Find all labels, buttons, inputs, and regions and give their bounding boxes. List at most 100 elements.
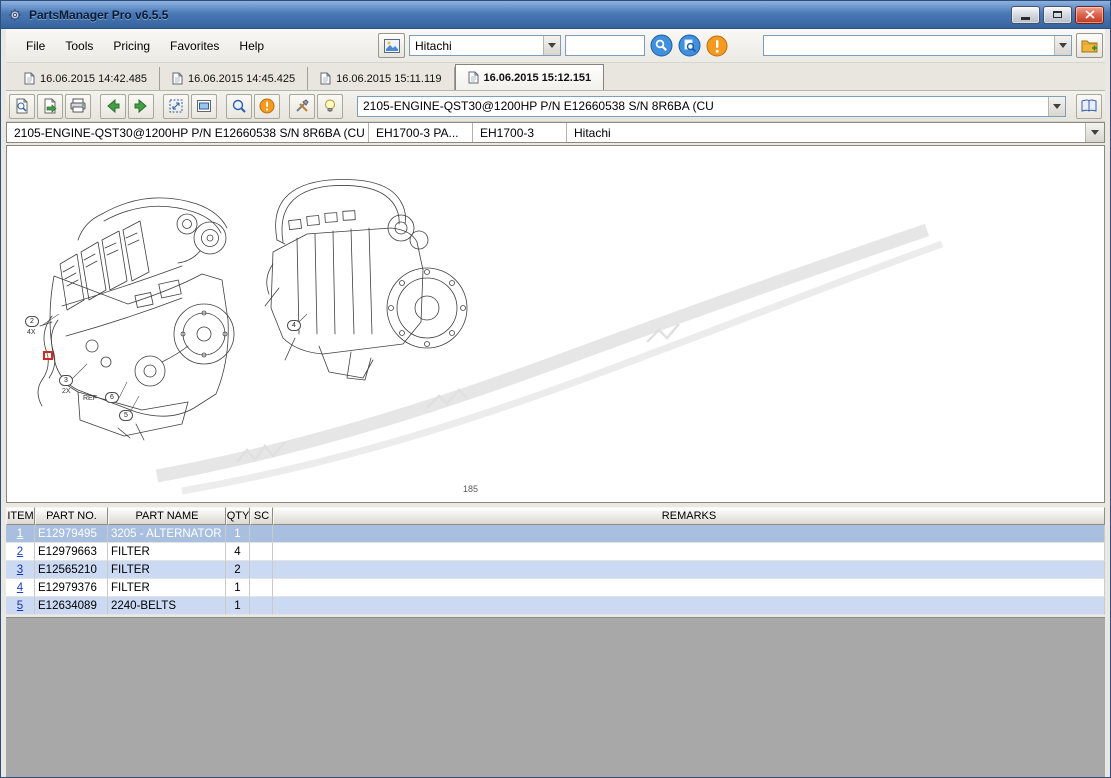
warning-button[interactable]	[705, 34, 729, 58]
maximize-button[interactable]	[1043, 6, 1072, 24]
print-preview-button[interactable]	[9, 94, 35, 119]
header-qty[interactable]: QTY	[226, 507, 250, 525]
session-tabs: 16.06.2015 14:42.485 16.06.2015 14:45.42…	[6, 63, 1105, 91]
fit-page-button[interactable]	[163, 94, 189, 119]
attention-parts-button[interactable]	[254, 94, 280, 119]
breadcrumb-model-variant[interactable]: EH1700-3 PA...	[369, 123, 473, 142]
part-name-cell: FILTER	[108, 561, 226, 579]
arrow-left-icon	[105, 98, 121, 114]
header-sc[interactable]: SC	[250, 507, 273, 525]
lightbulb-icon	[322, 98, 338, 114]
search-input[interactable]	[565, 35, 645, 56]
breadcrumb-model[interactable]: EH1700-3	[473, 123, 567, 142]
manufacturer-combobox[interactable]: Hitachi	[409, 35, 561, 56]
callout-3[interactable]: 3	[59, 375, 73, 386]
table-row-selected[interactable]: 1 E12979495 3205 - ALTERNATOR 1	[6, 525, 1105, 543]
item-link[interactable]: 2	[17, 546, 23, 558]
add-favorite-button[interactable]	[1076, 33, 1103, 58]
sc-cell	[250, 561, 273, 579]
back-button[interactable]	[100, 94, 126, 119]
picture-icon	[384, 39, 400, 53]
hint-button[interactable]	[317, 94, 343, 119]
remarks-cell	[273, 579, 1105, 597]
magnifier-icon	[231, 98, 247, 114]
tab-session-3[interactable]: 16.06.2015 15:11.119	[308, 67, 454, 90]
manufacturer-value: Hitachi	[410, 39, 543, 53]
part-name-cell: FILTER	[108, 543, 226, 561]
expand-icon	[168, 98, 184, 114]
sc-cell	[250, 597, 273, 615]
search-button[interactable]	[649, 34, 673, 58]
item-link[interactable]: 1	[17, 528, 23, 540]
callout-2[interactable]: 2	[25, 316, 39, 327]
chevron-down-icon[interactable]	[1048, 97, 1065, 116]
top-controls: Hitachi	[378, 33, 1103, 58]
drawing-toolbar: 2105-ENGINE-QST30@1200HP P/N E12660538 S…	[6, 91, 1105, 122]
arrow-right-icon	[133, 98, 149, 114]
table-row[interactable]: 5 E12634089 2240-BELTS 1	[6, 597, 1105, 615]
qty-cell: 1	[226, 525, 250, 543]
header-part-name[interactable]: PART NAME	[108, 507, 226, 525]
window-title: PartsManager Pro v6.5.5	[29, 8, 168, 22]
remarks-cell	[273, 561, 1105, 579]
catalog-book-button[interactable]	[1076, 94, 1102, 119]
menu-help[interactable]: Help	[229, 35, 274, 57]
remarks-cell	[273, 543, 1105, 561]
menu-pricing[interactable]: Pricing	[103, 35, 160, 57]
settings-button[interactable]	[289, 94, 315, 119]
item-link[interactable]: 4	[17, 582, 23, 594]
report-button[interactable]	[378, 33, 405, 58]
search-icon	[650, 34, 673, 57]
remarks-cell	[273, 597, 1105, 615]
item-link[interactable]: 3	[17, 564, 23, 576]
table-row[interactable]: 2 E12979663 FILTER 4	[6, 543, 1105, 561]
exclamation-icon	[259, 98, 275, 114]
printer-icon	[70, 98, 87, 114]
menu-tools[interactable]: Tools	[55, 35, 103, 57]
fit-width-icon	[196, 98, 212, 114]
header-remarks[interactable]: REMARKS	[273, 507, 1105, 525]
item-link[interactable]: 5	[17, 600, 23, 612]
close-button[interactable]	[1075, 6, 1104, 24]
menu-file[interactable]: File	[16, 35, 55, 57]
menu-favorites[interactable]: Favorites	[160, 35, 229, 57]
callout-5[interactable]: 5	[119, 410, 133, 421]
callout-6[interactable]: 6	[105, 392, 119, 403]
diagram-viewport[interactable]: 2 4X 3 2X REF 6 5 4 185	[6, 145, 1105, 503]
tab-label: 16.06.2015 15:12.151	[484, 72, 592, 84]
document-icon	[320, 72, 331, 85]
tab-session-4-active[interactable]: 16.06.2015 15:12.151	[455, 64, 605, 90]
tab-session-2[interactable]: 16.06.2015 14:45.425	[160, 67, 308, 90]
part-no-cell: E12979663	[35, 543, 108, 561]
forward-button[interactable]	[128, 94, 154, 119]
document-icon	[172, 72, 183, 85]
print-button[interactable]	[65, 94, 91, 119]
titlebar[interactable]: PartsManager Pro v6.5.5	[1, 1, 1110, 29]
tab-session-1[interactable]: 16.06.2015 14:42.485	[12, 67, 160, 90]
breadcrumb-dropdown-button[interactable]	[1085, 123, 1104, 142]
callout-4[interactable]: 4	[287, 320, 301, 331]
search-document-icon	[678, 34, 701, 57]
minimize-button[interactable]	[1011, 6, 1040, 24]
part-no-cell: E12979376	[35, 579, 108, 597]
assembly-combobox[interactable]: 2105-ENGINE-QST30@1200HP P/N E12660538 S…	[357, 96, 1066, 117]
breadcrumb-assembly[interactable]: 2105-ENGINE-QST30@1200HP P/N E12660538 S…	[7, 123, 369, 142]
model-combobox[interactable]	[763, 35, 1072, 56]
fit-width-button[interactable]	[191, 94, 217, 119]
export-page-button[interactable]	[37, 94, 63, 119]
callout-2-note: 4X	[27, 329, 36, 336]
part-name-cell: 2240-BELTS	[108, 597, 226, 615]
table-row[interactable]: 3 E12565210 FILTER 2	[6, 561, 1105, 579]
qty-cell: 1	[226, 579, 250, 597]
exclamation-icon	[706, 35, 728, 57]
chevron-down-icon[interactable]	[543, 36, 560, 55]
table-row[interactable]: 4 E12979376 FILTER 1	[6, 579, 1105, 597]
chevron-down-icon[interactable]	[1054, 36, 1071, 55]
header-item[interactable]: ITEM	[6, 507, 35, 525]
zoom-button[interactable]	[226, 94, 252, 119]
header-part-no[interactable]: PART NO.	[35, 507, 108, 525]
tab-label: 16.06.2015 14:42.485	[40, 73, 147, 85]
breadcrumb-manufacturer[interactable]: Hitachi	[567, 123, 1085, 142]
find-in-catalog-button[interactable]	[677, 34, 701, 58]
page-magnifier-icon	[14, 98, 30, 114]
